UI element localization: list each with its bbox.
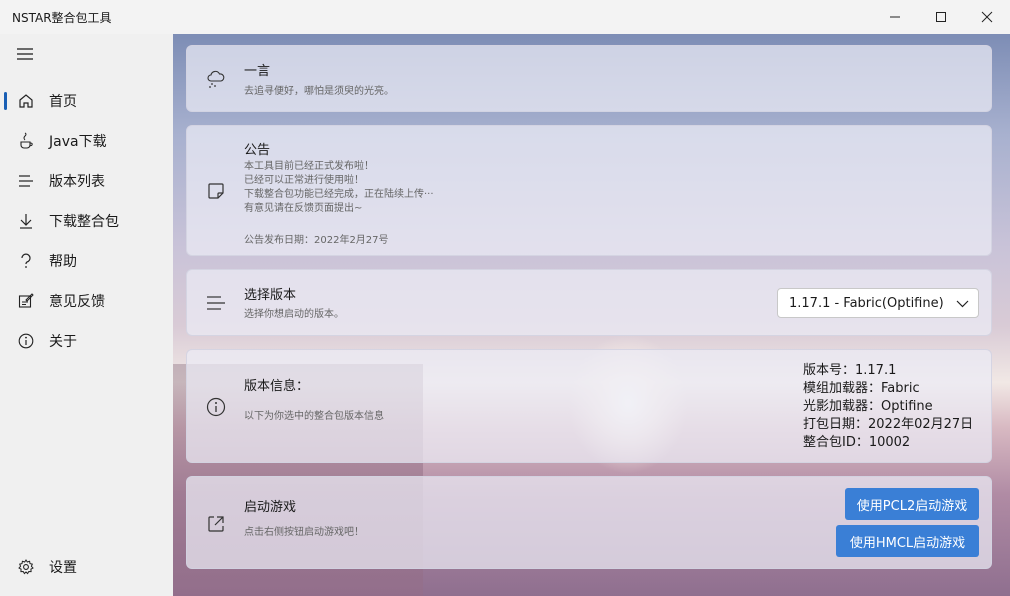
minimize-button[interactable] xyxy=(872,0,918,34)
feedback-icon xyxy=(16,291,36,311)
close-button[interactable] xyxy=(964,0,1010,34)
main-content: 一言 去追寻便好，哪怕是须臾的光亮。 公告 本工具目前已经正式发布啦！ 已经可以… xyxy=(173,34,1010,596)
select-version-card: 选择版本 选择你想启动的版本。 1.17.1 - Fabric(Optifine… xyxy=(186,269,992,336)
open-external-icon xyxy=(205,513,227,535)
launch-title: 启动游戏 xyxy=(244,500,297,515)
notice-body: 本工具目前已经正式发布啦！ 已经可以正常进行使用啦！ 下载整合包功能已经完成，正… xyxy=(244,160,434,216)
menu-toggle-button[interactable] xyxy=(16,46,36,62)
download-icon xyxy=(16,211,36,231)
sidebar-item-label: 意见反馈 xyxy=(49,294,105,310)
sidebar-item-home[interactable]: 首页 xyxy=(4,83,169,119)
shader-loader: 光影加载器：Optifine xyxy=(803,399,933,414)
sidebar-item-version-list[interactable]: 版本列表 xyxy=(4,163,169,199)
notice-line: 已经可以正常进行使用啦！ xyxy=(244,175,364,186)
version-info-title: 版本信息： xyxy=(244,379,310,394)
sidebar-item-settings[interactable]: 设置 xyxy=(4,549,169,585)
mod-loader: 模组加载器：Fabric xyxy=(803,381,920,396)
app-title: NSTAR整合包工具 xyxy=(12,10,112,25)
notice-date: 公告发布日期：2022年2月27号 xyxy=(244,235,389,246)
select-version-title: 选择版本 xyxy=(244,288,297,303)
title-bar: NSTAR整合包工具 xyxy=(0,0,1010,34)
sidebar-item-java-download[interactable]: Java下载 xyxy=(4,123,169,159)
minimize-icon xyxy=(890,16,900,18)
home-icon xyxy=(16,91,36,111)
settings-icon xyxy=(16,557,36,577)
quote-text: 去追寻便好，哪怕是须臾的光亮。 xyxy=(244,86,394,97)
window-controls xyxy=(872,0,1010,34)
notice-line: 有意见请在反馈页面提出~ xyxy=(244,203,363,214)
sidebar-item-feedback[interactable]: 意见反馈 xyxy=(4,283,169,319)
version-info-subtitle: 以下为你选中的整合包版本信息 xyxy=(244,411,384,422)
notice-line: 本工具目前已经正式发布啦！ xyxy=(244,161,374,172)
cloud-weather-icon xyxy=(205,68,227,90)
sidebar-item-help[interactable]: 帮助 xyxy=(4,243,169,279)
chevron-down-icon xyxy=(956,300,969,308)
sidebar: 首页 Java下载 版本列表 下载整合包 帮助 意见反馈 关于 设置 xyxy=(0,34,173,596)
sidebar-item-download-pack[interactable]: 下载整合包 xyxy=(4,203,169,239)
pack-id: 整合包ID：10002 xyxy=(803,435,911,450)
help-icon xyxy=(16,251,36,271)
sidebar-item-label: 设置 xyxy=(49,560,77,576)
launch-subtitle: 点击右侧按钮启动游戏吧！ xyxy=(244,527,364,538)
launch-card: 启动游戏 点击右侧按钮启动游戏吧！ 使用PCL2启动游戏 使用HMCL启动游戏 xyxy=(186,476,992,569)
maximize-button[interactable] xyxy=(918,0,964,34)
hamburger-icon xyxy=(17,48,33,60)
launch-hmcl-button[interactable]: 使用HMCL启动游戏 xyxy=(836,525,979,557)
notice-card: 公告 本工具目前已经正式发布啦！ 已经可以正常进行使用啦！ 下载整合包功能已经完… xyxy=(186,125,992,256)
version-info-card: 版本信息： 以下为你选中的整合包版本信息 版本号：1.17.1 模组加载器：Fa… xyxy=(186,349,992,463)
info-icon xyxy=(16,331,36,351)
sidebar-item-about[interactable]: 关于 xyxy=(4,323,169,359)
version-info-details: 版本号：1.17.1 模组加载器：Fabric 光影加载器：Optifine 打… xyxy=(803,362,973,452)
list-icon xyxy=(205,292,227,314)
quote-card: 一言 去追寻便好，哪怕是须臾的光亮。 xyxy=(186,45,992,112)
quote-title: 一言 xyxy=(244,64,271,79)
info-icon xyxy=(205,396,227,418)
select-version-subtitle: 选择你想启动的版本。 xyxy=(244,309,344,320)
notice-title: 公告 xyxy=(244,143,271,158)
version-select-value: 1.17.1 - Fabric(Optifine) xyxy=(789,295,944,311)
pack-date: 打包日期：2022年02月27日 xyxy=(803,417,974,432)
sidebar-item-label: 下载整合包 xyxy=(49,214,119,230)
sidebar-item-label: 帮助 xyxy=(49,254,77,270)
close-icon xyxy=(981,11,993,23)
sidebar-item-label: 关于 xyxy=(49,334,77,350)
sidebar-item-label: 版本列表 xyxy=(49,174,105,190)
sidebar-item-label: 首页 xyxy=(49,94,77,110)
version-number: 版本号：1.17.1 xyxy=(803,363,897,378)
sidebar-item-label: Java下载 xyxy=(49,134,107,150)
note-icon xyxy=(205,180,227,202)
launch-pcl2-button[interactable]: 使用PCL2启动游戏 xyxy=(845,488,979,520)
java-icon xyxy=(16,131,36,151)
list-icon xyxy=(16,171,36,191)
maximize-icon xyxy=(936,12,946,22)
notice-line: 下载整合包功能已经完成，正在陆续上传··· xyxy=(244,189,434,200)
version-select[interactable]: 1.17.1 - Fabric(Optifine) xyxy=(777,288,979,318)
